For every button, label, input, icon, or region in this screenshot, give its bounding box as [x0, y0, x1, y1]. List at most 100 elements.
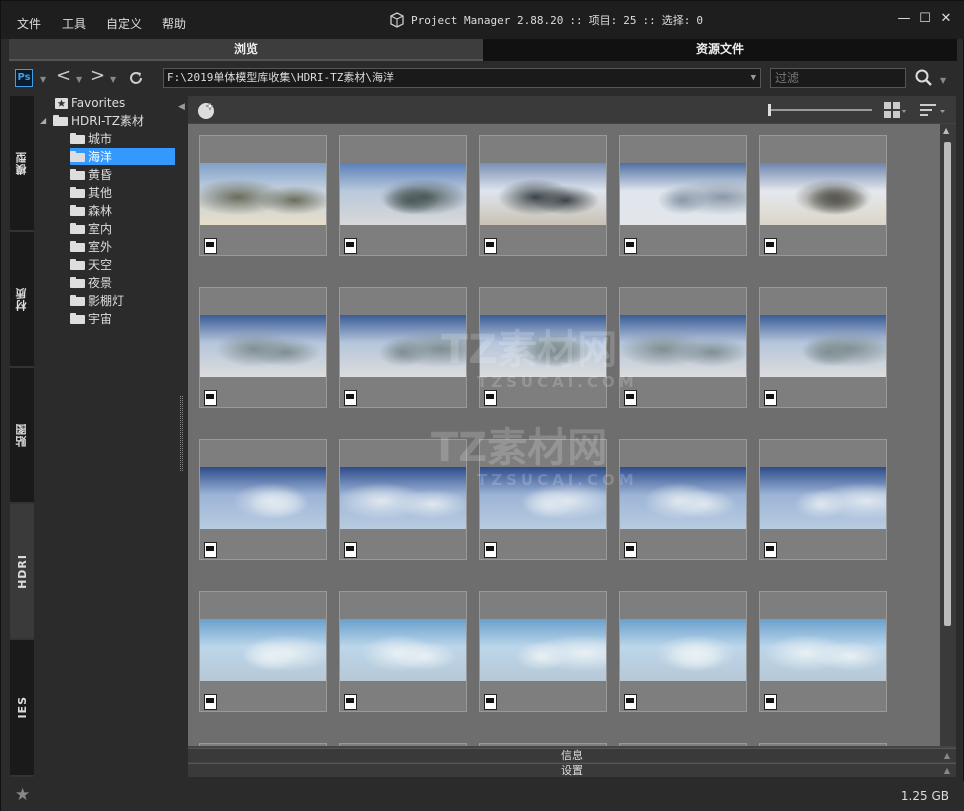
sort-icon[interactable]	[920, 102, 946, 118]
asset-item[interactable]: UNDERWATER-07SX.hdr	[619, 135, 747, 270]
asset-thumbnail[interactable]	[339, 439, 467, 560]
asset-item[interactable]: UNDERWATER-08SX.hdr	[759, 135, 887, 270]
photoshop-icon[interactable]: Ps	[15, 69, 33, 87]
menu-file[interactable]: 文件	[17, 15, 41, 32]
grid-scrollbar[interactable]: ▲	[940, 124, 956, 746]
add-asset-icon[interactable]	[196, 100, 216, 120]
asset-thumbnail[interactable]	[199, 135, 327, 256]
asset-thumbnail[interactable]	[759, 287, 887, 408]
tree-folder[interactable]: 室外	[70, 238, 112, 255]
side-tab-textures[interactable]: 贴图	[10, 368, 34, 504]
asset-item[interactable]: UNDERWATER-14SX.hdr	[199, 439, 327, 574]
tree-folder[interactable]: 影棚灯	[70, 292, 124, 309]
forward-arrow-icon[interactable]: >	[90, 66, 105, 86]
asset-item[interactable]: UNDERWATER-19SX.hdr	[199, 591, 327, 726]
asset-item[interactable]: UNDERWATER-04SX.hdr	[339, 135, 467, 270]
asset-item[interactable]: UNDERWATER-06SX.hdr	[479, 135, 607, 270]
side-tab-hdri[interactable]: HDRI	[10, 504, 34, 640]
side-tab-ies[interactable]: IES	[10, 640, 34, 777]
minimize-icon[interactable]: —	[896, 11, 912, 27]
asset-thumbnail[interactable]	[339, 743, 467, 746]
asset-thumbnail[interactable]	[479, 591, 607, 712]
asset-thumbnail[interactable]	[339, 287, 467, 408]
expand-up-icon[interactable]: ▲	[944, 749, 950, 762]
slider-knob[interactable]	[768, 104, 771, 116]
side-tab-models[interactable]: 模型	[10, 96, 34, 232]
asset-item[interactable]: UNDERWATER-11SX.hdr	[479, 287, 607, 422]
asset-item[interactable]: UNDERWATER-13SX.hdr	[759, 287, 887, 422]
asset-item[interactable]: UNDERWATER-22SX.hdr	[619, 591, 747, 726]
refresh-icon[interactable]	[127, 69, 145, 87]
asset-item[interactable]: UNDERWATER-01SX.hdr	[199, 135, 327, 270]
search-dropdown-icon[interactable]: ▼	[940, 76, 946, 85]
asset-item[interactable]: UNDERWATER-15SX.hdr	[339, 439, 467, 574]
search-icon[interactable]	[914, 68, 936, 88]
asset-thumbnail[interactable]	[199, 287, 327, 408]
asset-thumbnail[interactable]	[339, 135, 467, 256]
expand-up-icon[interactable]: ▲	[944, 764, 950, 777]
pane-splitter[interactable]: ◀	[177, 96, 187, 777]
tree-folder[interactable]: 其他	[70, 184, 112, 201]
asset-thumbnail[interactable]	[339, 591, 467, 712]
tree-folder[interactable]: 黄昏	[70, 166, 112, 183]
splitter-grip[interactable]	[180, 396, 183, 471]
collapse-arrow-icon[interactable]: ◢	[40, 116, 50, 125]
thumbnail-size-slider[interactable]	[768, 104, 876, 116]
asset-item[interactable]: UNDERWATER-10SX.hdr	[339, 287, 467, 422]
menu-customize[interactable]: 自定义	[106, 15, 142, 32]
forward-dropdown-icon[interactable]: ▼	[110, 75, 116, 84]
asset-thumbnail[interactable]	[619, 743, 747, 746]
asset-item[interactable]: UNDERWATER-17SX.hdr	[619, 439, 747, 574]
collapse-left-icon[interactable]: ◀	[178, 102, 185, 112]
asset-item[interactable]: UNDERWATER-12SX.hdr	[619, 287, 747, 422]
tree-folder[interactable]: 宇宙	[70, 310, 112, 327]
back-dropdown-icon[interactable]: ▼	[76, 75, 82, 84]
star-icon[interactable]: ★	[15, 785, 30, 805]
asset-item[interactable]: UNDERWATER-21SX.hdr	[479, 591, 607, 726]
tree-folder[interactable]: 室内	[70, 220, 112, 237]
path-field[interactable]: F:\2019单体模型库收集\HDRI-TZ素材\海洋 ▼	[163, 68, 761, 88]
tree-folder[interactable]: 森林	[70, 202, 112, 219]
asset-item[interactable]: UNDERWATER-18SX.hdr	[759, 439, 887, 574]
tab-resource-files[interactable]: 资源文件	[483, 39, 957, 61]
tree-root[interactable]: ◢ HDRI-TZ素材	[40, 112, 144, 129]
tree-folder[interactable]: 天空	[70, 256, 112, 273]
asset-item[interactable]: UNDERWATER-23SX.hdr	[759, 591, 887, 726]
menu-help[interactable]: 帮助	[162, 15, 186, 32]
tree-folder[interactable]: 城市	[70, 130, 112, 147]
asset-item[interactable]: UNDERWATER-16SX.hdr	[479, 439, 607, 574]
back-arrow-icon[interactable]: <	[56, 66, 71, 86]
asset-thumbnail[interactable]	[479, 743, 607, 746]
asset-thumbnail[interactable]	[199, 591, 327, 712]
grid-view-icon[interactable]	[884, 102, 906, 118]
side-tab-materials[interactable]: 材质	[10, 232, 34, 368]
scrollbar-thumb[interactable]	[944, 142, 951, 626]
settings-panel-header[interactable]: 设置 ▲	[188, 763, 956, 777]
asset-item[interactable]: UNDERWATER-20SX.hdr	[339, 591, 467, 726]
info-panel-header[interactable]: 信息 ▲	[188, 748, 956, 762]
asset-thumbnail[interactable]	[619, 591, 747, 712]
asset-thumbnail[interactable]	[759, 439, 887, 560]
maximize-icon[interactable]: ☐	[917, 11, 933, 27]
ps-dropdown-icon[interactable]: ▼	[40, 75, 46, 84]
asset-thumbnail[interactable]	[479, 135, 607, 256]
asset-thumbnail[interactable]	[759, 135, 887, 256]
tree-folder[interactable]: 夜景	[70, 274, 112, 291]
menu-tools[interactable]: 工具	[62, 15, 86, 32]
close-icon[interactable]: ✕	[938, 11, 954, 27]
path-dropdown-icon[interactable]: ▼	[751, 69, 756, 87]
asset-thumbnail[interactable]	[479, 287, 607, 408]
asset-thumbnail[interactable]	[479, 439, 607, 560]
asset-thumbnail[interactable]	[619, 287, 747, 408]
tab-browse[interactable]: 浏览	[9, 39, 483, 61]
asset-thumbnail[interactable]	[199, 439, 327, 560]
asset-thumbnail[interactable]	[619, 439, 747, 560]
scroll-up-icon[interactable]: ▲	[943, 126, 949, 135]
tree-favorites[interactable]: Favorites	[55, 94, 125, 111]
asset-item[interactable]: UNDERWATER-09SX.hdr	[199, 287, 327, 422]
asset-thumbnail[interactable]	[199, 743, 327, 746]
asset-thumbnail[interactable]	[619, 135, 747, 256]
filter-input[interactable]: 过滤	[770, 68, 906, 88]
tree-folder[interactable]: 海洋	[70, 148, 175, 165]
asset-thumbnail[interactable]	[759, 743, 887, 746]
